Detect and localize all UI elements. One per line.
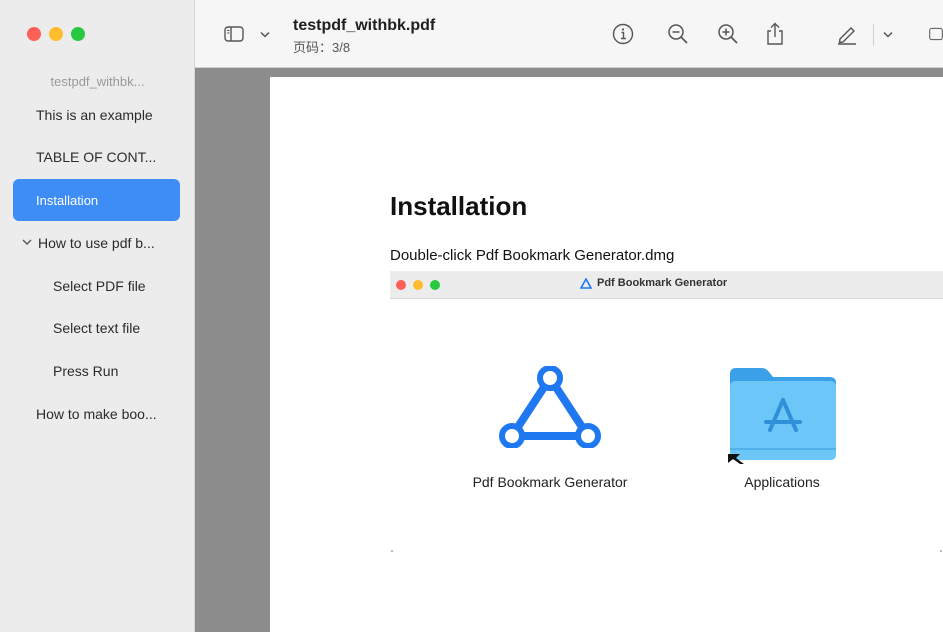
- dmg-folder-label: Applications: [744, 474, 820, 490]
- zoom-in-button[interactable]: [716, 22, 740, 46]
- dmg-app-label: Pdf Bookmark Generator: [472, 474, 628, 490]
- toolbar-separator: [873, 24, 874, 46]
- window-resize-button[interactable]: [929, 22, 943, 46]
- dmg-zoom-dot: [430, 280, 440, 290]
- sidebar-item-label: How to use pdf b...: [38, 235, 155, 251]
- app-triangle-icon: [580, 277, 592, 289]
- dmg-window-image: Pdf Bookmark Generator Pdf Bookmark Gene…: [390, 271, 943, 553]
- window-resize-icon: [929, 27, 943, 41]
- chevron-down-icon: [260, 31, 270, 38]
- minimize-window-button[interactable]: [49, 27, 63, 41]
- sidebar-item-label: This is an example: [36, 107, 153, 123]
- dmg-window-title: Pdf Bookmark Generator: [580, 277, 727, 289]
- disclosure-chevron-icon[interactable]: [22, 238, 32, 249]
- document-title: testpdf_withbk.pdf: [293, 17, 436, 34]
- image-edge-mark: [940, 550, 942, 552]
- applications-folder-icon: [728, 368, 836, 464]
- dmg-window-title-text: Pdf Bookmark Generator: [597, 277, 728, 289]
- markup-pen-icon: [838, 27, 856, 45]
- markup-menu-button[interactable]: [880, 22, 896, 46]
- sidebar: testpdf_withbk... This is an example TAB…: [0, 0, 195, 632]
- sidebar-toggle-button[interactable]: [222, 22, 246, 46]
- zoom-in-icon: [718, 24, 738, 44]
- sidebar-item-label: TABLE OF CONT...: [36, 149, 157, 165]
- sidebar-item-how-to-make-bookmarks[interactable]: How to make boo...: [13, 393, 180, 435]
- info-icon: [612, 23, 634, 45]
- toolbar: testpdf_withbk.pdf 页码：3/8: [195, 0, 943, 68]
- app-triangle-icon: [499, 366, 601, 448]
- document-viewport[interactable]: Installation Double-click Pdf Bookmark G…: [195, 68, 943, 632]
- sidebar-item-label: How to make boo...: [36, 406, 157, 422]
- page-instruction: Double-click Pdf Bookmark Generator.dmg: [390, 247, 675, 264]
- sidebar-item-how-to-use[interactable]: How to use pdf b...: [13, 222, 180, 264]
- sidebar-item-this-is-an-example[interactable]: This is an example: [13, 94, 180, 136]
- sidebar-item-table-of-contents[interactable]: TABLE OF CONT...: [13, 136, 180, 178]
- share-icon: [767, 22, 783, 45]
- image-edge-mark: [391, 550, 393, 552]
- sidebar-item-press-run[interactable]: Press Run: [13, 350, 180, 392]
- dmg-minimize-dot: [413, 280, 423, 290]
- zoom-out-icon: [668, 24, 688, 44]
- dmg-window-titlebar: Pdf Bookmark Generator: [390, 271, 943, 299]
- sidebar-item-label: Press Run: [53, 363, 119, 379]
- sidebar-item-label: Select text file: [53, 320, 141, 336]
- page-indicator: 页码：3/8: [293, 40, 351, 55]
- sidebar-item-installation[interactable]: Installation: [13, 179, 180, 221]
- dmg-close-dot: [396, 280, 406, 290]
- chevron-down-icon: [883, 31, 893, 38]
- sidebar-item-select-pdf-file[interactable]: Select PDF file: [13, 265, 180, 307]
- info-button[interactable]: [611, 22, 635, 46]
- pdf-page: Installation Double-click Pdf Bookmark G…: [270, 77, 943, 632]
- sidebar-item-select-text-file[interactable]: Select text file: [13, 307, 180, 349]
- window-controls: [27, 27, 85, 41]
- page-heading: Installation: [390, 191, 528, 221]
- sidebar-toggle-icon: [224, 26, 244, 42]
- close-window-button[interactable]: [27, 27, 41, 41]
- sidebar-item-label: Installation: [36, 192, 99, 208]
- share-button[interactable]: [763, 22, 787, 46]
- view-menu-button[interactable]: [257, 22, 273, 46]
- markup-button[interactable]: [835, 22, 859, 46]
- sidebar-item-label: Select PDF file: [53, 278, 146, 294]
- sidebar-document-title: testpdf_withbk...: [50, 74, 145, 89]
- zoom-out-button[interactable]: [666, 22, 690, 46]
- zoom-window-button[interactable]: [71, 27, 85, 41]
- dmg-window-controls: [396, 280, 440, 290]
